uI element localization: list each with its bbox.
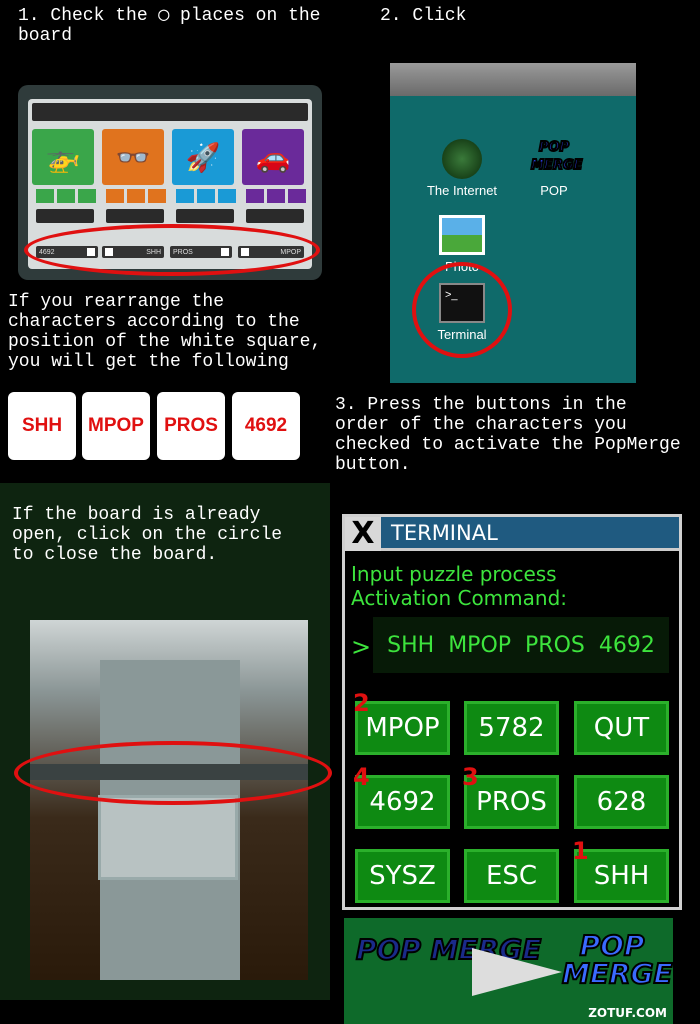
terminal-prompt: Input puzzle process Activation Command:: [351, 562, 568, 610]
step3-instruction: 3. Press the buttons in the order of the…: [335, 395, 692, 475]
step1-instruction: 1. Check the ◯ places on the board: [18, 6, 332, 46]
globe-icon: [442, 139, 482, 179]
highlight-circle: [412, 262, 512, 358]
popmerge-button-active[interactable]: POP MERGE: [561, 931, 674, 989]
caret: >: [351, 633, 372, 661]
3d-glasses-icon: 👓: [102, 129, 164, 185]
step2-instruction: 2. Click: [380, 6, 467, 26]
result-card: MPOP: [82, 392, 150, 460]
terminal-button-sysz[interactable]: SYSZ: [355, 849, 450, 903]
result-card: SHH: [8, 392, 76, 460]
order-number: 1: [572, 837, 589, 865]
terminal-title: TERMINAL: [391, 521, 498, 545]
desktop-icon-internet[interactable]: The Internet: [422, 139, 502, 198]
car-icon: 🚗: [242, 129, 304, 185]
order-number: 2: [353, 689, 370, 717]
arrow-right-icon: [472, 948, 562, 996]
close-button[interactable]: X: [345, 517, 381, 551]
popmerge-panel: POP MERGE POP MERGE ZOTUF.COM: [344, 918, 674, 1024]
rearrange-instruction: If you rearrange the characters accordin…: [8, 292, 333, 372]
terminal-window: X TERMINAL Input puzzle process Activatio…: [342, 514, 682, 910]
close-board-panel: If the board is already open, click on t…: [0, 483, 332, 1000]
order-number: 3: [462, 763, 479, 791]
terminal-button-5782[interactable]: 5782: [464, 701, 559, 755]
helicopter-icon: 🚁: [32, 129, 94, 185]
result-card: 4692: [232, 392, 300, 460]
photo-icon: [439, 215, 485, 255]
pop-merge-logo: POP MERGE: [530, 139, 583, 174]
result-card: PROS: [157, 392, 225, 460]
close-board-instruction: If the board is already open, click on t…: [12, 505, 293, 565]
desktop-icon-pop[interactable]: POP MERGE POP: [514, 139, 594, 198]
highlight-circle: [14, 741, 332, 805]
terminal-button-628[interactable]: 628: [574, 775, 669, 829]
order-number: 4: [353, 763, 370, 791]
highlight-circle: [24, 224, 320, 276]
terminal-button-esc[interactable]: ESC: [464, 849, 559, 903]
watermark: ZOTUF.COM: [588, 1006, 667, 1020]
terminal-button-qut[interactable]: QUT: [574, 701, 669, 755]
command-display: SHH MPOP PROS 4692: [373, 617, 669, 673]
rocket-icon: 🚀: [172, 129, 234, 185]
